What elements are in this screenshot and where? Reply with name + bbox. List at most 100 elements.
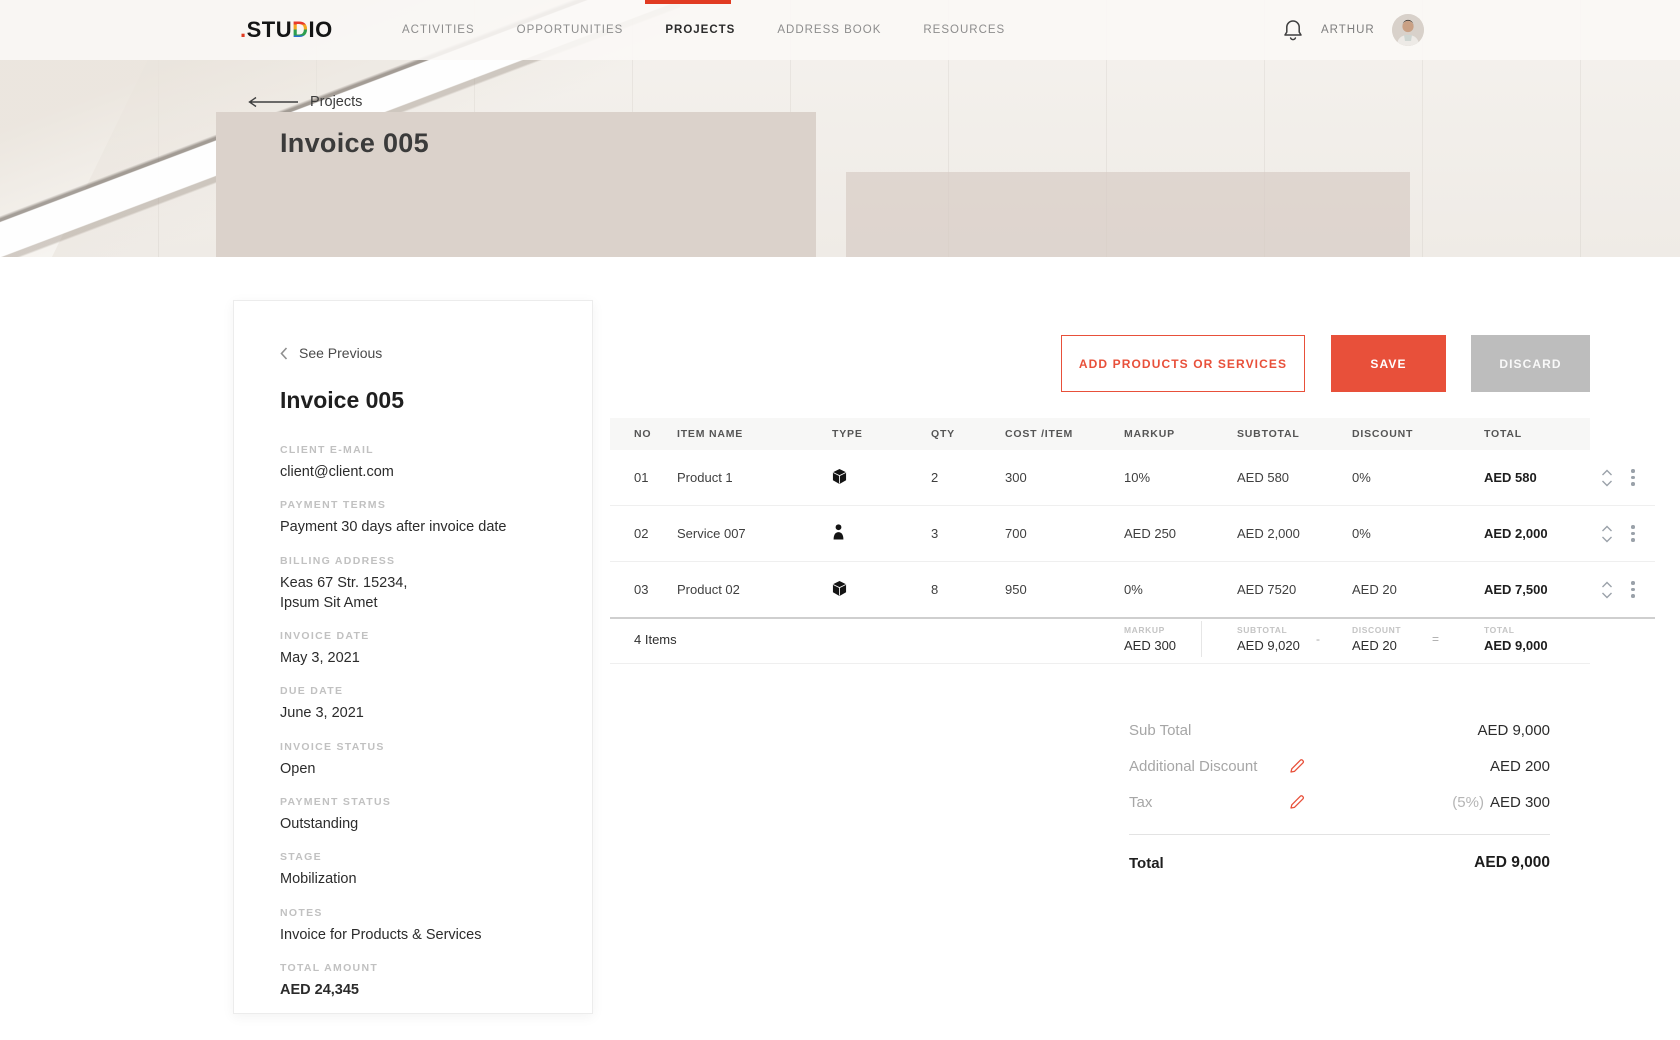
invoice-card-title: Invoice 005	[280, 387, 405, 413]
field-payment-terms: PAYMENT TERMS Payment 30 days after invo…	[280, 499, 562, 537]
cell-no: 01	[634, 470, 649, 485]
user-name[interactable]: ARTHUR	[1321, 24, 1375, 36]
cell-qty: 8	[931, 582, 939, 597]
notifications-bell-icon[interactable]	[1282, 18, 1304, 42]
grand-total-label: Total	[1129, 854, 1164, 872]
row-menu-kebab-icon[interactable]	[1631, 581, 1635, 598]
cell-subtotal: AED 580	[1237, 470, 1290, 485]
title-band-secondary	[846, 172, 1410, 257]
invoice-fields: CLIENT E-MAIL client@client.com PAYMENT …	[280, 444, 562, 1000]
table-row-3[interactable]: 03 Product 02 8 950 0% AED 7520 AED 20 A…	[610, 562, 1655, 619]
grand-total-value: AED 9,000	[1474, 854, 1550, 871]
breadcrumb-label: Projects	[310, 94, 363, 110]
footer-total: TOTAL AED 9,000	[1484, 625, 1548, 653]
page-title: Invoice 005	[280, 128, 429, 158]
cell-discount: 0%	[1352, 470, 1371, 485]
field-label: INVOICE STATUS	[280, 740, 385, 753]
reorder-handle-icon[interactable]	[1600, 580, 1614, 600]
logo-text-post: IO	[308, 17, 333, 42]
summary-discount-row: Additional Discount AED 200	[1129, 748, 1550, 784]
nav-item-opportunities[interactable]: OPPORTUNITIES	[517, 24, 624, 36]
col-header-discount: DISCOUNT	[1352, 428, 1414, 440]
field-label: STAGE	[280, 851, 322, 864]
items-table-footer: 4 Items MARKUP AED 300 SUBTOTAL AED 9,02…	[610, 615, 1590, 664]
cell-item-name: Product 1	[677, 470, 733, 485]
reorder-handle-icon[interactable]	[1600, 468, 1614, 488]
tax-rate: (5%)	[1452, 793, 1484, 811]
field-value: Outstanding	[280, 816, 359, 833]
nav-item-resources[interactable]: RESOURCES	[923, 24, 1005, 36]
discard-button[interactable]: DISCARD	[1471, 335, 1590, 392]
field-value: May 3, 2021	[280, 650, 360, 667]
cell-subtotal: AED 2,000	[1237, 526, 1300, 541]
cell-cost: 950	[1005, 582, 1027, 597]
nav-item-address-book[interactable]: ADDRESS BOOK	[777, 24, 881, 36]
nav-item-projects[interactable]: PROJECTS	[665, 24, 735, 36]
table-row-2[interactable]: 02 Service 007 3 700 AED 250 AED 2,000 0…	[610, 506, 1655, 562]
save-button[interactable]: SAVE	[1331, 335, 1446, 392]
summary-divider	[1129, 834, 1550, 835]
row-controls	[1590, 580, 1655, 600]
topbar-right: ARTHUR	[1282, 0, 1424, 60]
footer-discount: DISCOUNT AED 20	[1352, 625, 1402, 653]
invoice-summary: Sub Total AED 9,000 Additional Discount …	[1129, 712, 1550, 881]
field-label: BILLING ADDRESS	[280, 554, 396, 567]
field-client-email: CLIENT E-MAIL client@client.com	[280, 444, 562, 482]
see-previous-link[interactable]: See Previous	[280, 345, 562, 361]
col-header-total: TOTAL	[1484, 428, 1523, 440]
field-label: CLIENT E-MAIL	[280, 444, 374, 456]
main-nav: ACTIVITIES OPPORTUNITIES PROJECTS ADDRES…	[402, 0, 1005, 60]
field-label: NOTES	[280, 906, 323, 919]
row-menu-kebab-icon[interactable]	[1631, 469, 1635, 486]
cell-qty: 3	[931, 526, 939, 541]
cell-markup: AED 250	[1124, 526, 1177, 541]
field-payment-status: PAYMENT STATUS Outstanding	[280, 796, 562, 834]
row-controls	[1590, 468, 1655, 488]
footer-subtotal: SUBTOTAL AED 9,020	[1237, 625, 1300, 653]
field-label: PAYMENT STATUS	[280, 796, 392, 809]
field-billing-address: BILLING ADDRESS Keas 67 Str. 15234, Ipsum…	[280, 555, 562, 614]
cell-item-name: Service 007	[677, 526, 746, 541]
long-left-arrow-icon	[248, 96, 298, 108]
row-menu-kebab-icon[interactable]	[1631, 525, 1635, 542]
cell-markup: 0%	[1124, 582, 1143, 597]
edit-discount-pencil-icon[interactable]	[1288, 757, 1306, 780]
row-controls	[1590, 524, 1655, 544]
logo-text-pre: STU	[246, 17, 293, 42]
col-header-subtotal: SUBTOTAL	[1237, 428, 1300, 440]
field-due-date: DUE DATE June 3, 2021	[280, 685, 562, 723]
summary-total-row: Total AED 9,000	[1129, 845, 1550, 881]
cell-no: 03	[634, 582, 649, 597]
discount-value: AED 200	[1489, 757, 1550, 775]
breadcrumb-back-projects[interactable]: Projects	[246, 94, 362, 110]
add-products-or-services-button[interactable]: ADD PRODUCTS OR SERVICES	[1061, 335, 1305, 392]
field-total-amount: TOTAL AMOUNT AED 24,345	[280, 962, 562, 1000]
additional-discount-label: Additional Discount	[1129, 757, 1258, 775]
edit-tax-pencil-icon[interactable]	[1288, 793, 1306, 816]
cell-discount: AED 20	[1352, 582, 1397, 597]
cell-total: AED 2,000	[1484, 526, 1548, 541]
logo-letter-d: D	[292, 17, 309, 42]
studio-logo[interactable]: . STU D IO	[240, 0, 333, 60]
field-label: TOTAL AMOUNT	[280, 961, 379, 974]
field-value: Payment 30 days after invoice date	[280, 519, 507, 536]
summary-subtotal-row: Sub Total AED 9,000	[1129, 712, 1550, 748]
subtotal-label: Sub Total	[1129, 721, 1192, 739]
nav-item-activities[interactable]: ACTIVITIES	[402, 24, 475, 36]
field-label: INVOICE DATE	[280, 630, 370, 643]
field-label: PAYMENT TERMS	[280, 499, 387, 512]
reorder-handle-icon[interactable]	[1600, 524, 1614, 544]
logo-dot: .	[240, 17, 247, 42]
user-avatar[interactable]	[1391, 14, 1424, 46]
cell-item-name: Product 02	[677, 582, 740, 597]
cell-qty: 2	[931, 470, 939, 485]
subtotal-value: AED 9,000	[1477, 721, 1550, 739]
items-count: 4 Items	[634, 631, 677, 647]
table-row-1[interactable]: 01 Product 1 2 300 10% AED 580 0% AED 58…	[610, 450, 1655, 506]
tax-value: (5%) AED 300	[1452, 793, 1550, 811]
col-header-markup: MARKUP	[1124, 428, 1175, 440]
field-notes: NOTES Invoice for Products & Services	[280, 907, 562, 945]
invoice-page: . STU D IO ACTIVITIES OPPORTUNITIES PROJECT…	[0, 0, 1680, 1040]
field-value: Invoice for Products & Services	[280, 926, 482, 943]
footer-divider	[1201, 621, 1202, 657]
